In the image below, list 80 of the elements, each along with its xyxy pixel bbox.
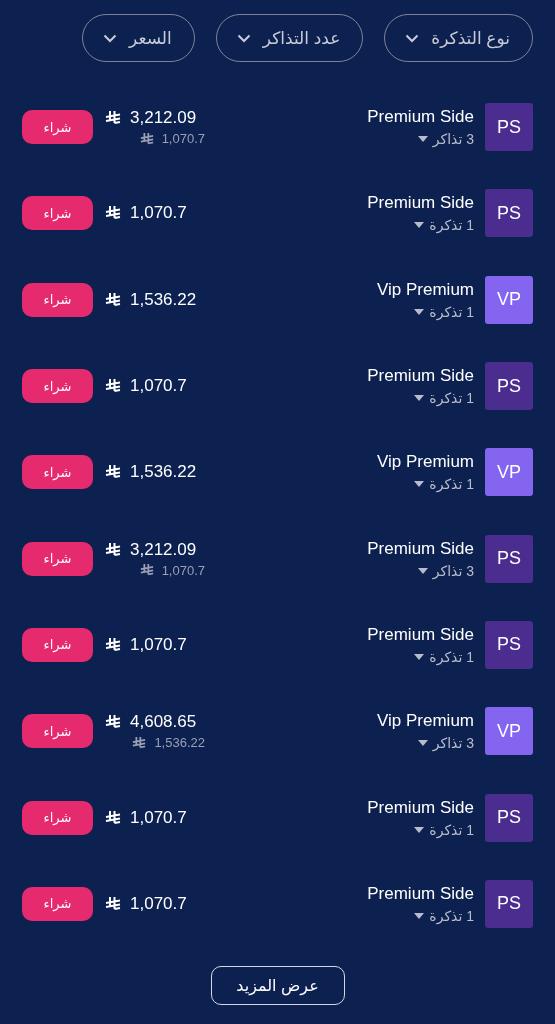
riyal-icon: [139, 563, 154, 578]
ticket-badge: VP: [485, 448, 533, 497]
ticket-name: Vip Premium: [377, 711, 474, 732]
total-price: 1,536.22: [130, 289, 197, 310]
caret-down-icon: [417, 740, 428, 747]
ticket-name: Vip Premium: [377, 452, 474, 473]
buy-button[interactable]: شراء: [22, 455, 93, 490]
caret-down-icon: [414, 653, 425, 660]
riyal-icon: [139, 131, 154, 146]
ticket-badge: PS: [485, 534, 533, 583]
buy-button[interactable]: شراء: [22, 800, 93, 835]
ticket-badge: PS: [485, 103, 533, 152]
caret-down-icon: [417, 136, 428, 143]
ticket-name: Premium Side: [367, 797, 474, 818]
total-price: 3,212.09: [130, 539, 197, 560]
total-price: 1,070.7: [130, 634, 187, 655]
buy-button[interactable]: شراء: [22, 714, 93, 749]
ticket-badge: PS: [485, 362, 533, 411]
quantity-dropdown[interactable]: 1 تذكرة: [414, 648, 474, 665]
caret-down-icon: [414, 222, 425, 229]
riyal-icon: [105, 714, 121, 731]
riyal-icon: [105, 291, 121, 308]
buy-button[interactable]: شراء: [22, 282, 93, 317]
caret-down-icon: [417, 567, 428, 574]
ticket-badge: VP: [485, 275, 533, 324]
total-price: 3,212.09: [130, 108, 197, 129]
quantity-dropdown[interactable]: 3 تذاكر: [417, 735, 474, 752]
ticket-badge: PS: [485, 189, 533, 238]
total-price: 1,070.7: [130, 376, 187, 397]
ticket-name: Premium Side: [367, 193, 474, 214]
buy-button[interactable]: شراء: [22, 541, 93, 576]
ticket-name: Premium Side: [367, 624, 474, 645]
riyal-icon: [105, 205, 121, 222]
unit-price: 1,070.7: [161, 562, 205, 578]
total-price: 1,070.7: [130, 893, 187, 914]
ticket-badge: PS: [485, 879, 533, 928]
total-price: 1,070.7: [130, 807, 187, 828]
chevron-down-icon: [103, 33, 118, 43]
total-price: 1,536.22: [130, 462, 197, 483]
ticket-name: Vip Premium: [377, 279, 474, 300]
ticket-name: Premium Side: [367, 366, 474, 387]
riyal-icon: [105, 636, 121, 653]
riyal-icon: [105, 464, 121, 481]
ticket-name: Premium Side: [367, 107, 474, 128]
riyal-icon: [105, 541, 121, 558]
quantity-dropdown[interactable]: 1 تذكرة: [414, 217, 474, 234]
riyal-icon: [132, 735, 147, 750]
caret-down-icon: [414, 395, 425, 402]
riyal-icon: [105, 110, 121, 127]
caret-down-icon: [414, 912, 425, 919]
show-more-button[interactable]: عرض المزيد: [210, 965, 345, 1005]
quantity-dropdown[interactable]: 1 تذكرة: [414, 821, 474, 838]
unit-price: 1,536.22: [154, 735, 205, 751]
unit-price: 1,070.7: [161, 131, 205, 147]
buy-button[interactable]: شراء: [22, 886, 93, 921]
buy-button[interactable]: شراء: [22, 196, 93, 231]
buy-button[interactable]: شراء: [22, 369, 93, 404]
quantity-dropdown[interactable]: 3 تذاكر: [417, 131, 474, 148]
buy-button[interactable]: شراء: [22, 110, 93, 145]
riyal-icon: [105, 378, 121, 395]
quantity-dropdown[interactable]: 3 تذاكر: [417, 562, 474, 579]
ticket-badge: PS: [485, 620, 533, 669]
ticket-name: Premium Side: [367, 883, 474, 904]
ticket-badge: PS: [485, 793, 533, 842]
total-price: 1,070.7: [130, 203, 187, 224]
ticket-name: Premium Side: [367, 538, 474, 559]
chevron-down-icon: [405, 33, 420, 43]
total-price: 4,608.65: [130, 712, 197, 733]
quantity-dropdown[interactable]: 1 تذكرة: [414, 303, 474, 320]
ticket-badge: VP: [485, 707, 533, 756]
buy-button[interactable]: شراء: [22, 627, 93, 662]
riyal-icon: [105, 809, 121, 826]
caret-down-icon: [414, 481, 425, 488]
quantity-dropdown[interactable]: 1 تذكرة: [414, 476, 474, 493]
caret-down-icon: [414, 308, 425, 315]
chevron-down-icon: [236, 33, 251, 43]
caret-down-icon: [414, 826, 425, 833]
quantity-dropdown[interactable]: 1 تذكرة: [414, 390, 474, 407]
riyal-icon: [105, 895, 121, 912]
quantity-dropdown[interactable]: 1 تذكرة: [414, 907, 474, 924]
